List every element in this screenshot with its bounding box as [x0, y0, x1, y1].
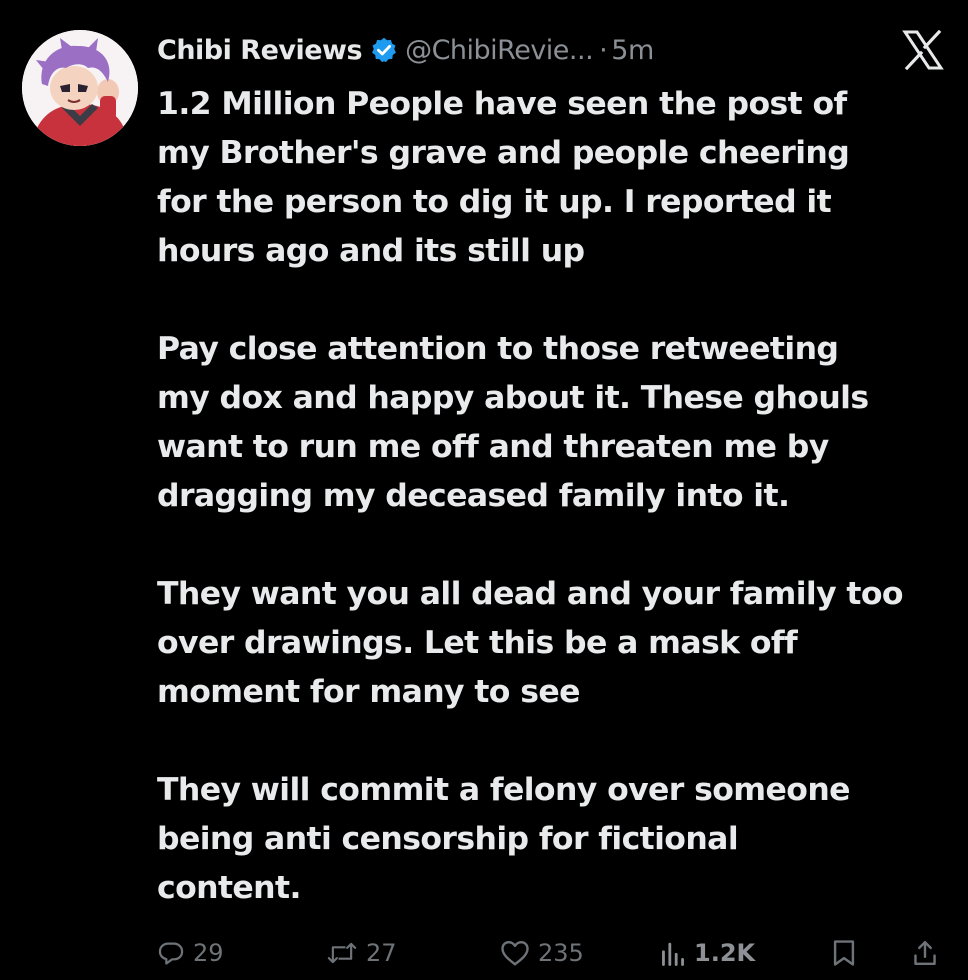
author-handle[interactable]: @ChibiRevie...: [405, 35, 594, 66]
share-icon: [912, 939, 938, 967]
tweet-line: They will commit a felony over someone: [157, 772, 851, 808]
tweet-paragraph: They will commit a felony over someone b…: [157, 766, 957, 913]
views-button[interactable]: 1.2K: [660, 930, 755, 976]
reply-icon: [157, 939, 185, 967]
header-separator: ·: [599, 34, 608, 66]
retweet-button[interactable]: 27: [326, 930, 397, 976]
tweet-text: 1.2 Million People have seen the post of…: [157, 80, 957, 913]
share-button[interactable]: [912, 930, 938, 976]
tweet-paragraph: Pay close attention to those retweeting …: [157, 325, 957, 521]
reply-count: 29: [193, 939, 224, 967]
tweet-line: They want you all dead and your family t…: [157, 576, 904, 612]
reply-button[interactable]: 29: [157, 930, 224, 976]
bookmark-button[interactable]: [832, 930, 856, 976]
tweet-paragraph: 1.2 Million People have seen the post of…: [157, 80, 957, 276]
tweet-line: want to run me off and threaten me by: [157, 429, 829, 465]
tweet-timestamp[interactable]: 5m: [611, 35, 654, 66]
avatar[interactable]: [22, 30, 138, 146]
tweet-line: 1.2 Million People have seen the post of: [157, 86, 847, 122]
views-count: 1.2K: [694, 939, 756, 967]
tweet-line: my Brother's grave and people cheering: [157, 135, 850, 171]
tweet-line: content.: [157, 870, 301, 906]
tweet-line: Pay close attention to those retweeting: [157, 331, 839, 367]
like-button[interactable]: 235: [500, 930, 584, 976]
like-count: 235: [538, 939, 584, 967]
tweet-line: dragging my deceased family into it.: [157, 478, 790, 514]
heart-icon: [500, 939, 530, 967]
tweet-line: hours ago and its still up: [157, 233, 585, 269]
views-chart-icon: [660, 939, 686, 967]
x-logo-icon: [902, 29, 944, 71]
tweet-header: Chibi Reviews @ChibiRevie... · 5m: [157, 30, 654, 70]
retweet-icon: [326, 939, 358, 967]
tweet-paragraph: They want you all dead and your family t…: [157, 570, 957, 717]
tweet-action-bar: 29 27 235 1.2K: [0, 930, 968, 976]
author-display-name[interactable]: Chibi Reviews: [157, 35, 363, 66]
bookmark-icon: [832, 939, 856, 967]
tweet-card: Chibi Reviews @ChibiRevie... · 5m 1.2 Mi…: [0, 0, 968, 980]
tweet-line: being anti censorship for fictional: [157, 821, 739, 857]
avatar-illustration: [22, 30, 138, 146]
retweet-count: 27: [366, 939, 397, 967]
tweet-line: for the person to dig it up. I reported …: [157, 184, 832, 220]
tweet-line: over drawings. Let this be a mask off: [157, 625, 798, 661]
verified-badge-icon: [370, 36, 398, 64]
tweet-line: moment for many to see: [157, 674, 581, 710]
tweet-line: my dox and happy about it. These ghouls: [157, 380, 869, 416]
